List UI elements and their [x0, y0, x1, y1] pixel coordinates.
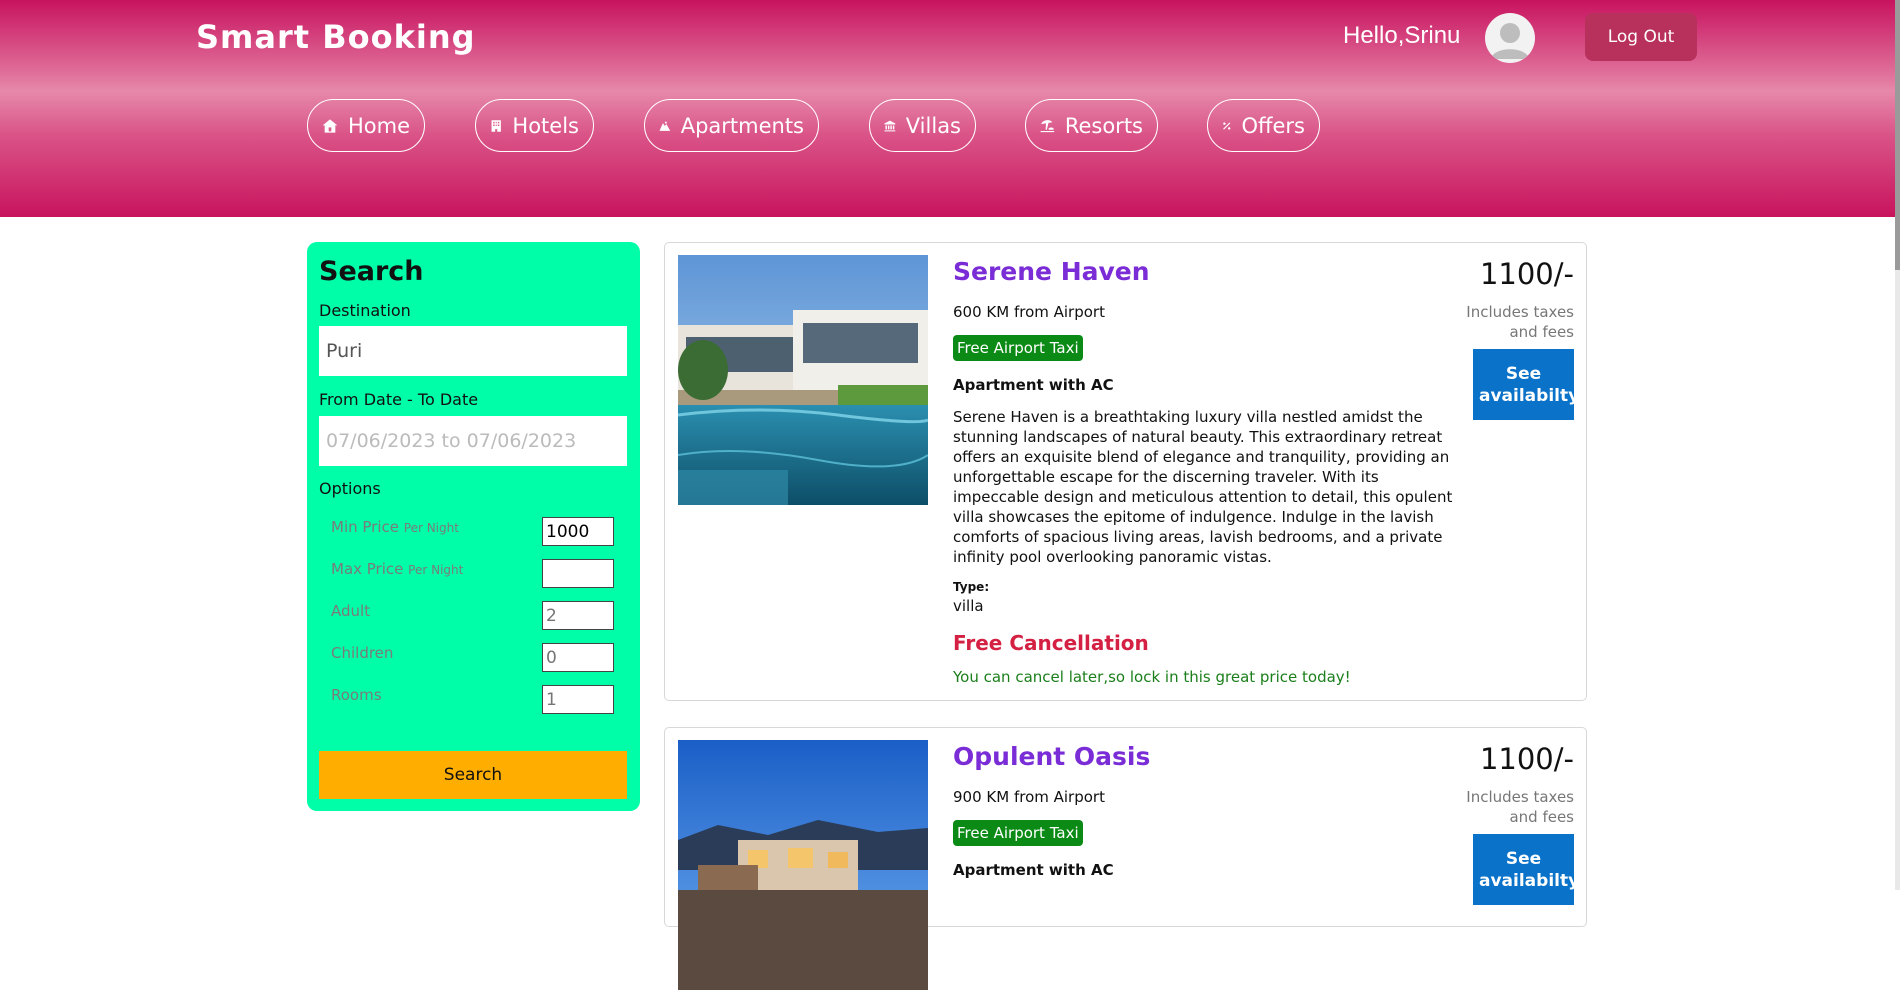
nav-label: Offers [1241, 113, 1306, 138]
nav-resorts[interactable]: Resorts [1025, 99, 1158, 152]
nav-label: Resorts [1064, 113, 1143, 138]
nav-villas[interactable]: Villas [869, 99, 976, 152]
user-icon [1491, 23, 1529, 59]
villa-dusk-image [678, 740, 928, 990]
page-scrollbar[interactable] [1895, 0, 1900, 890]
taxi-badge: Free Airport Taxi [953, 820, 1083, 846]
nav-home[interactable]: Home [307, 99, 425, 152]
listing-distance: 600 KM from Airport [953, 303, 1105, 321]
nav-label: Villas [905, 113, 961, 138]
search-panel: Search Destination From Date - To Date 0… [307, 242, 640, 811]
listing-card: Serene Haven 600 KM from Airport Free Ai… [664, 242, 1587, 701]
listing-price: 1100/- [1479, 257, 1574, 291]
listing-subtitle: Apartment with AC [953, 376, 1114, 394]
rooms-input[interactable] [542, 685, 614, 714]
nav-label: Hotels [512, 113, 579, 138]
adult-label: Adult [331, 602, 371, 620]
nav-apartments[interactable]: Apartments [644, 99, 819, 152]
listing-name[interactable]: Serene Haven [953, 257, 1150, 286]
avatar[interactable] [1485, 13, 1535, 63]
nav-label: Apartments [680, 113, 804, 138]
hotel-icon [491, 119, 501, 132]
cancellation-title: Free Cancellation [953, 631, 1149, 655]
min-price-text: Min Price [331, 518, 399, 536]
search-button[interactable]: Search [319, 751, 627, 799]
listing-description: Serene Haven is a breathtaking luxury vi… [953, 408, 1453, 566]
date-range-input[interactable]: 07/06/2023 to 07/06/2023 [319, 416, 627, 466]
type-label: Type: [953, 580, 990, 594]
nav-hotels[interactable]: Hotels [475, 99, 594, 152]
children-label: Children [331, 644, 394, 662]
max-price-label: Max Price Per Night [331, 560, 463, 578]
taxi-badge: Free Airport Taxi [953, 335, 1083, 361]
offers-icon [1223, 121, 1231, 130]
type-value: villa [953, 597, 984, 615]
per-night-text: Per Night [403, 521, 459, 535]
nav-offers[interactable]: Offers [1207, 99, 1320, 152]
cancellation-note: You can cancel later,so lock in this gre… [953, 668, 1351, 686]
listing-subtitle: Apartment with AC [953, 861, 1114, 879]
children-input[interactable] [542, 643, 614, 672]
listing-price: 1100/- [1479, 742, 1574, 776]
listing-distance: 900 KM from Airport [953, 788, 1105, 806]
max-price-text: Max Price [331, 560, 404, 578]
min-price-input[interactable] [542, 517, 614, 546]
taxes-note: Includes taxes and fees [1466, 788, 1574, 826]
apartment-icon [659, 121, 671, 131]
destination-input[interactable] [319, 326, 627, 376]
per-night-text: Per Night [408, 563, 464, 577]
options-label: Options [319, 479, 381, 498]
adult-input[interactable] [542, 601, 614, 630]
villa-icon [884, 120, 896, 131]
destination-label: Destination [319, 301, 411, 320]
logout-button[interactable]: Log Out [1585, 13, 1697, 61]
home-icon [322, 118, 338, 133]
max-price-input[interactable] [542, 559, 614, 588]
nav-label: Home [347, 113, 410, 138]
taxes-note: Includes taxes and fees [1466, 303, 1574, 341]
search-title: Search [319, 256, 424, 287]
see-availability-button[interactable]: See availabilty [1473, 349, 1579, 420]
user-greeting: Hello,Srinu [1343, 22, 1461, 49]
resort-icon [1040, 119, 1055, 132]
date-label: From Date - To Date [319, 390, 479, 409]
scrollbar-thumb[interactable] [1895, 0, 1900, 270]
brand-logo[interactable]: Smart Booking [196, 18, 476, 56]
rooms-label: Rooms [331, 686, 382, 704]
listing-photo[interactable] [678, 740, 928, 990]
listing-photo[interactable] [678, 255, 928, 505]
villa-pool-image [678, 255, 928, 505]
min-price-label: Min Price Per Night [331, 518, 459, 536]
site-header: Smart Booking Hello,Srinu Log Out Home H… [0, 0, 1895, 217]
listing-name[interactable]: Opulent Oasis [953, 742, 1150, 771]
listing-card: Opulent Oasis 900 KM from Airport Free A… [664, 727, 1587, 990]
see-availability-button[interactable]: See availabilty [1473, 834, 1579, 905]
